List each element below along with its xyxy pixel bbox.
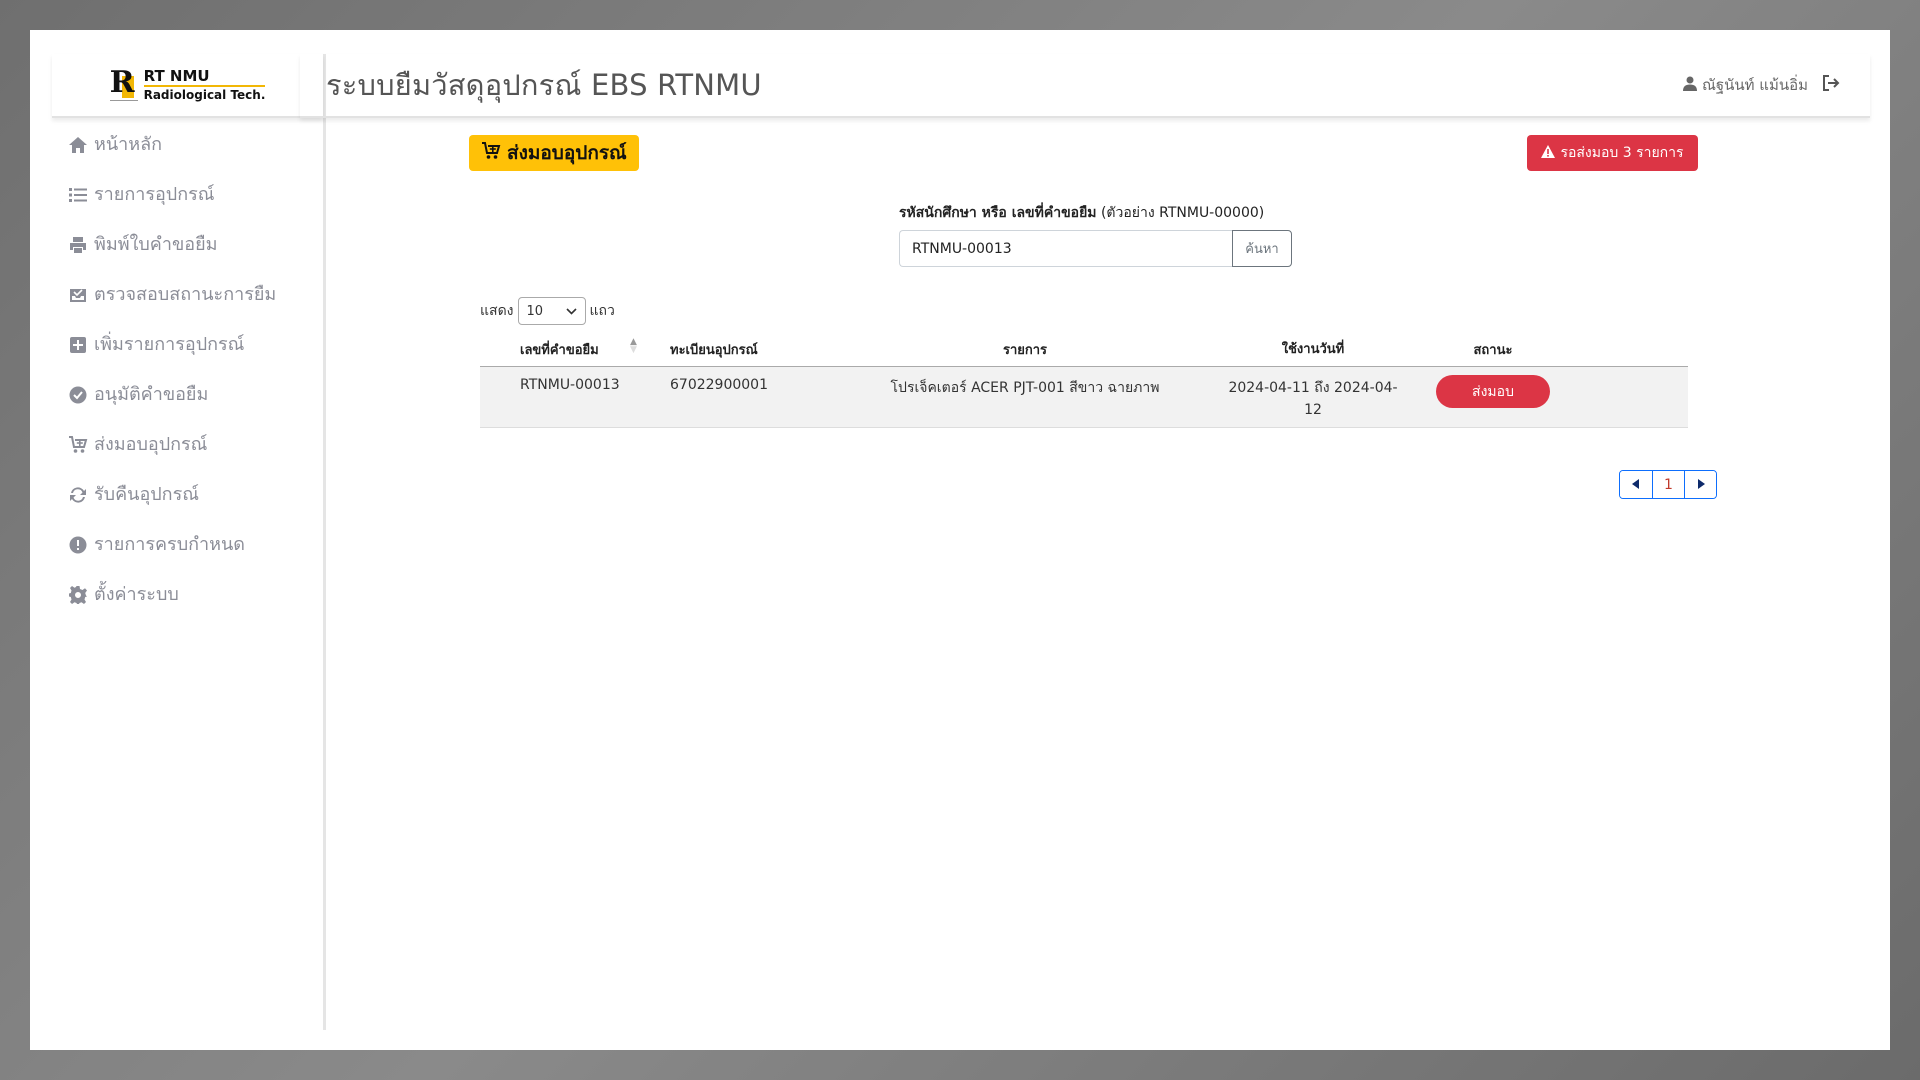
printer-icon bbox=[68, 235, 88, 255]
list-icon bbox=[68, 185, 88, 205]
deliver-equipment-heading: ส่งมอบอุปกรณ์ bbox=[469, 135, 639, 171]
sidebar-item-check-status[interactable]: ตรวจสอบสถานะการยืม bbox=[52, 282, 323, 308]
next-page-button[interactable] bbox=[1684, 471, 1716, 498]
prev-page-button[interactable] bbox=[1620, 471, 1652, 498]
logout-icon[interactable] bbox=[1822, 74, 1840, 96]
sidebar-item-label: หน้าหลัก bbox=[94, 134, 163, 155]
top-header: ระบบยืมวัสดุอุปกรณ์ EBS RTNMU ณัฐนันท์ แ… bbox=[300, 54, 1870, 118]
length-suffix: แถว bbox=[589, 303, 615, 319]
warning-icon bbox=[1541, 144, 1556, 162]
column-header-request-no[interactable]: เลขที่คำขอยืม ▲ ▼ bbox=[480, 337, 662, 360]
search-group: ค้นหา bbox=[899, 230, 1292, 267]
sidebar-item-label: ส่งมอบอุปกรณ์ bbox=[94, 434, 208, 455]
cell-asset-no: 67022900001 bbox=[670, 377, 768, 393]
column-header-asset-no[interactable]: ทะเบียนอุปกรณ์ bbox=[662, 339, 852, 360]
search-label: รหัสนักศึกษา หรือ เลขที่คำขอยืม (ตัวอย่า… bbox=[899, 202, 1264, 224]
sidebar-item-equipment-list[interactable]: รายการอุปกรณ์ bbox=[52, 182, 323, 208]
sidebar-item-label: เพิ่มรายการอุปกรณ์ bbox=[94, 334, 245, 355]
logo[interactable]: R RT NMU Radiological Tech. bbox=[52, 54, 323, 118]
user-name: ณัฐนันท์ แม้นอิ่ม bbox=[1701, 76, 1808, 94]
pending-delivery-button[interactable]: รอส่งมอบ 3 รายการ bbox=[1527, 135, 1698, 171]
sidebar-item-settings[interactable]: ตั้งค่าระบบ bbox=[52, 582, 323, 608]
exclamation-circle-icon bbox=[68, 535, 88, 555]
sidebar-item-label: รายการอุปกรณ์ bbox=[94, 184, 215, 205]
delivery-table: เลขที่คำขอยืม ▲ ▼ ทะเบียนอุปกรณ์ รายการ ใ… bbox=[480, 333, 1688, 428]
caret-left-icon bbox=[1632, 477, 1640, 493]
caret-right-icon bbox=[1697, 477, 1705, 493]
cell-date-range: 2024-04-11 ถึง 2024-04-12 bbox=[1228, 380, 1398, 418]
sidebar-item-label: ตั้งค่าระบบ bbox=[94, 584, 179, 605]
app-window: R RT NMU Radiological Tech. หน้าหลัก ราย… bbox=[30, 30, 1890, 1050]
sidebar-item-deliver-equipment[interactable]: ส่งมอบอุปกรณ์ bbox=[52, 432, 323, 458]
sidebar-item-label: รับคืนอุปกรณ์ bbox=[94, 484, 199, 505]
logo-subtitle: Radiological Tech. bbox=[143, 88, 266, 102]
user-icon bbox=[1682, 76, 1697, 95]
logo-title: RT NMU bbox=[143, 67, 266, 87]
section-title: ส่งมอบอุปกรณ์ bbox=[507, 142, 627, 164]
sidebar-item-label: รายการครบกำหนด bbox=[94, 534, 245, 555]
deliver-button[interactable]: ส่งมอบ bbox=[1436, 375, 1550, 408]
user-menu[interactable]: ณัฐนันท์ แม้นอิ่ม bbox=[1682, 73, 1808, 97]
sidebar-item-add-equipment[interactable]: เพิ่มรายการอุปกรณ์ bbox=[52, 332, 323, 358]
column-header-status[interactable]: สถานะ bbox=[1418, 339, 1568, 360]
column-header-date[interactable]: ใช้งานวันที่ bbox=[1198, 339, 1418, 361]
cart-plus-icon bbox=[68, 435, 88, 455]
table-header: เลขที่คำขอยืม ▲ ▼ ทะเบียนอุปกรณ์ รายการ ใ… bbox=[480, 333, 1688, 367]
cell-request-no: RTNMU-00013 bbox=[520, 377, 620, 393]
page-title: ระบบยืมวัสดุอุปกรณ์ EBS RTNMU bbox=[326, 68, 762, 102]
page-number-button[interactable]: 1 bbox=[1652, 471, 1684, 498]
length-prefix: แสดง bbox=[480, 303, 514, 319]
sidebar-nav: หน้าหลัก รายการอุปกรณ์ พิมพ์ใบคำขอยืม ตร… bbox=[52, 118, 323, 608]
sidebar-item-label: อนุมัติคำขอยืม bbox=[94, 384, 209, 405]
user-area: ณัฐนันท์ แม้นอิ่ม bbox=[1682, 73, 1840, 97]
inbox-check-icon bbox=[68, 285, 88, 305]
search-label-bold: รหัสนักศึกษา หรือ เลขที่คำขอยืม bbox=[899, 205, 1097, 221]
cell-item: โปรเจ็คเตอร์ ACER PJT-001 สีขาว ฉายภาพ bbox=[890, 380, 1160, 396]
sidebar: R RT NMU Radiological Tech. หน้าหลัก ราย… bbox=[52, 54, 326, 1030]
table-row: RTNMU-00013 67022900001 โปรเจ็คเตอร์ ACE… bbox=[480, 367, 1688, 428]
sidebar-item-approve-request[interactable]: อนุมัติคำขอยืม bbox=[52, 382, 323, 408]
pending-badge-label: รอส่งมอบ 3 รายการ bbox=[1560, 145, 1684, 161]
sidebar-item-return-equipment[interactable]: รับคืนอุปกรณ์ bbox=[52, 482, 323, 508]
sidebar-item-label: พิมพ์ใบคำขอยืม bbox=[94, 234, 218, 255]
chevron-down-icon bbox=[565, 304, 577, 319]
sort-icon: ▲ ▼ bbox=[630, 337, 637, 355]
page-length-control: แสดง 10 แถว bbox=[480, 297, 615, 325]
search-label-hint: (ตัวอย่าง RTNMU-00000) bbox=[1100, 205, 1265, 221]
search-button[interactable]: ค้นหา bbox=[1232, 230, 1292, 267]
cart-plus-icon bbox=[481, 141, 501, 166]
sidebar-item-home[interactable]: หน้าหลัก bbox=[52, 132, 323, 158]
cell-status: ส่งมอบ bbox=[1418, 375, 1568, 408]
gear-icon bbox=[68, 585, 88, 605]
plus-square-icon bbox=[68, 335, 88, 355]
refresh-icon bbox=[68, 485, 88, 505]
logo-mark: R bbox=[109, 68, 138, 102]
check-circle-icon bbox=[68, 385, 88, 405]
sidebar-item-label: ตรวจสอบสถานะการยืม bbox=[94, 284, 277, 305]
home-icon bbox=[68, 135, 88, 155]
pagination: 1 bbox=[1619, 470, 1717, 499]
sidebar-item-print-request[interactable]: พิมพ์ใบคำขอยืม bbox=[52, 232, 323, 258]
page-length-select[interactable]: 10 bbox=[517, 297, 586, 325]
column-header-item[interactable]: รายการ bbox=[852, 339, 1198, 360]
sidebar-item-due-list[interactable]: รายการครบกำหนด bbox=[52, 532, 323, 558]
search-input[interactable] bbox=[899, 230, 1232, 267]
length-value: 10 bbox=[526, 303, 544, 319]
